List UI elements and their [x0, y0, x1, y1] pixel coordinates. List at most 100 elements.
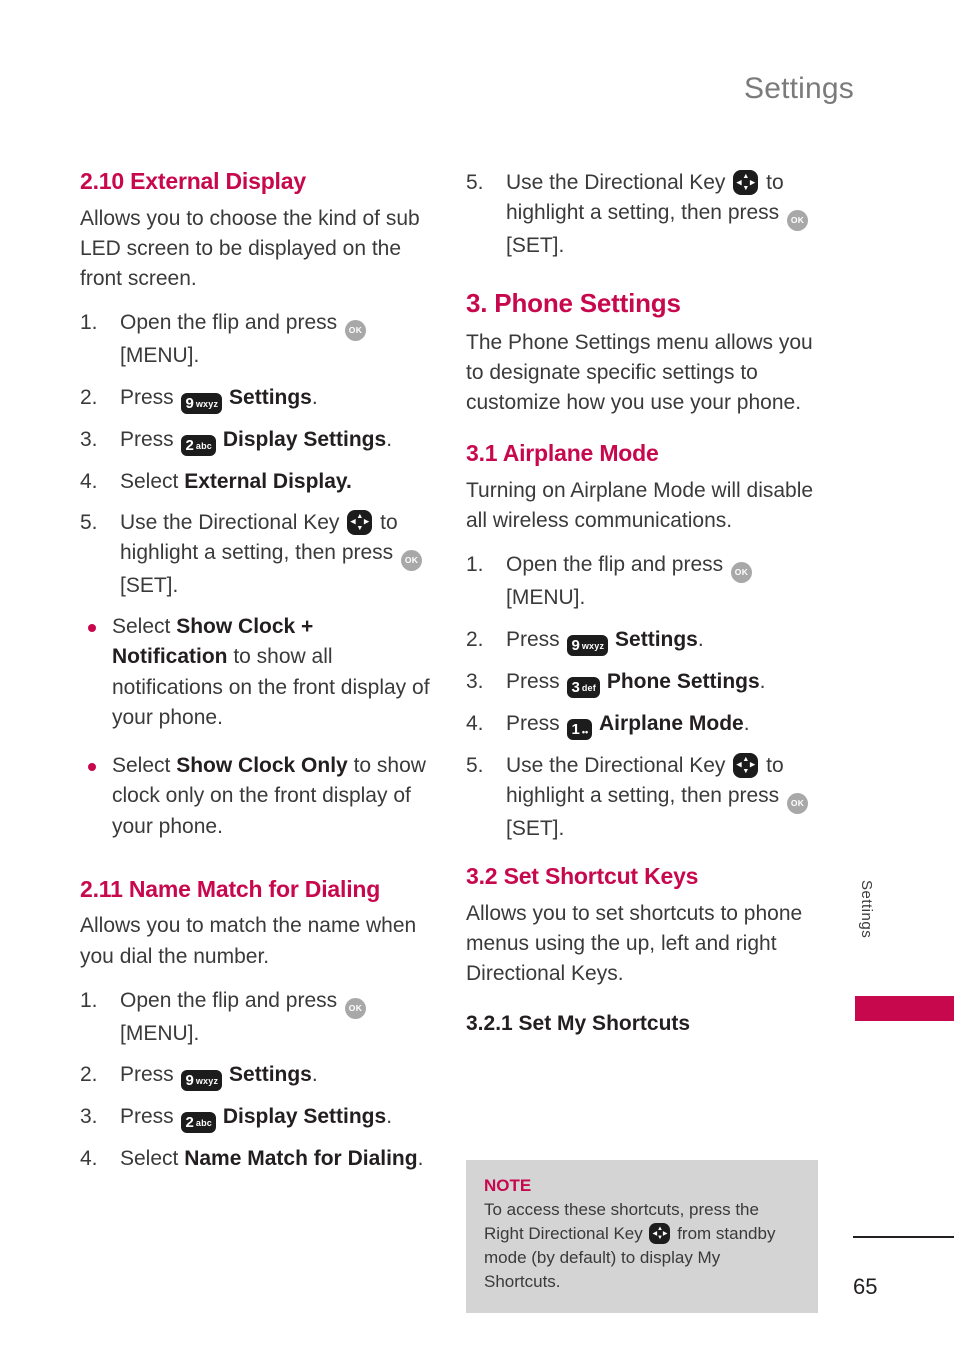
step-text-tail: .: [311, 385, 318, 409]
left-column: 2.10 External Display Allows you to choo…: [80, 168, 430, 1185]
step-text-tail: [MENU].: [120, 1021, 200, 1045]
step-text: Use the Directional Key: [506, 171, 732, 194]
step-text-tail: [SET].: [506, 234, 565, 258]
page-number: 65: [853, 1274, 878, 1299]
side-tab-color-block: [855, 996, 954, 1021]
step-text-tail: .: [417, 1147, 424, 1171]
bullet-text: Select: [112, 754, 177, 778]
step-number: 1.: [80, 988, 98, 1012]
step-text: Press: [120, 427, 180, 451]
list-item: 3. Press 3 def Phone Settings.: [466, 667, 816, 698]
step-text-tail: .: [759, 669, 766, 693]
step-text-tail: [MENU].: [506, 586, 586, 610]
step-bold-text: Settings: [615, 627, 698, 651]
step-text: Open the flip and press: [120, 311, 343, 335]
step-text-tail: .: [311, 1063, 318, 1087]
list-item: 2. Press 9 wxyz Settings.: [80, 383, 430, 414]
list-item: Select Show Clock + Notification to show…: [80, 612, 430, 733]
step-number: 1.: [466, 553, 484, 577]
ok-key-icon: OK: [344, 997, 366, 1019]
step-text: Select: [120, 469, 185, 493]
section-2-10-bullets: Select Show Clock + Notification to show…: [80, 612, 430, 842]
section-3-2-intro: Allows you to set shortcuts to phone men…: [466, 901, 803, 986]
list-item: 3. Press 2 abc Display Settings.: [80, 1102, 430, 1134]
list-item: Select Show Clock Only to show clock onl…: [80, 751, 430, 842]
note-title: NOTE: [484, 1176, 532, 1195]
step-text: Use the Directional Key: [506, 753, 732, 777]
step-number: 2.: [466, 627, 484, 651]
section-2-10-intro: Allows you to choose the kind of sub LED…: [80, 206, 420, 291]
step-bold-text: External Display.: [184, 469, 352, 493]
step-number: 2.: [80, 1063, 98, 1087]
directional-key-icon: ▲ ▼ ◀ ▶: [733, 752, 759, 778]
step-number: 3.: [466, 669, 484, 693]
step-number: 4.: [80, 469, 98, 493]
note-box: NOTE To access these shortcuts, press th…: [466, 1160, 818, 1313]
ok-key-icon: OK: [344, 320, 366, 342]
step-text-tail: .: [697, 627, 704, 651]
section-heading-3-2-1: 3.2.1 Set My Shortcuts: [466, 1012, 691, 1036]
key-9-wxyz-icon: 9 wxyz: [180, 1070, 223, 1092]
step-number: 4.: [466, 711, 484, 735]
step-bold-text: Settings: [229, 1063, 312, 1087]
directional-key-icon: ▲ ▼ ◀ ▶: [733, 170, 759, 195]
step-number: 5.: [80, 510, 98, 534]
page-title: Settings: [744, 72, 854, 105]
list-item: 5. Use the Directional Key ▲ ▼ ◀ ▶ to highli…: [466, 168, 816, 261]
step-text: Press: [120, 1063, 180, 1087]
step-number: 3.: [80, 1105, 98, 1129]
bullet-bold-text: Show Clock Only: [176, 754, 348, 778]
section-heading-3-1: 3.1 Airplane Mode: [466, 440, 659, 467]
section-heading-2-11: 2.11 Name Match for Dialing: [80, 875, 381, 902]
step-text-tail: .: [743, 711, 750, 735]
step-text: Select: [120, 1147, 185, 1171]
bullet-text: Select: [112, 615, 177, 639]
directional-key-icon: ▲ ▼ ◀ ▶: [649, 1223, 671, 1245]
step-bold-text: Display Settings: [222, 427, 387, 451]
key-9-wxyz-icon: 9 wxyz: [180, 392, 223, 414]
list-item: 2. Press 9 wxyz Settings.: [466, 625, 816, 656]
step-bold-text: Settings: [229, 385, 312, 409]
list-item: 4. Select External Display.: [80, 467, 430, 497]
step-number: 5.: [466, 753, 484, 777]
note-body: To access these shortcuts, press the Rig…: [484, 1198, 800, 1295]
step-text-tail: .: [386, 1105, 393, 1129]
key-1-icon: 1 ••: [566, 718, 593, 740]
step-text: Press: [120, 385, 180, 409]
step-text: Press: [506, 627, 566, 651]
ok-key-icon: OK: [401, 550, 423, 571]
section-2-11-steps: 1. Open the flip and press OK [MENU]. 2. P…: [80, 986, 430, 1174]
list-item: 1. Open the flip and press OK [MENU].: [80, 986, 430, 1049]
list-item: 4. Press 1 •• Airplane Mode.: [466, 709, 816, 740]
list-item: 1. Open the flip and press OK [MENU].: [466, 550, 816, 613]
list-item: 2. Press 9 wxyz Settings.: [80, 1060, 430, 1092]
step-bold-text: Display Settings: [222, 1105, 387, 1129]
list-item: 4. Select Name Match for Dialing.: [80, 1144, 430, 1174]
ok-key-icon: OK: [787, 210, 809, 232]
ok-key-icon: OK: [730, 562, 752, 584]
section-3-1-steps: 1. Open the flip and press OK [MENU]. 2. P…: [466, 550, 816, 844]
list-item: 5. Use the Directional Key ▲ ▼ ◀ ▶ to highli…: [466, 751, 816, 844]
step-number: 1.: [80, 311, 98, 335]
step-text: Press: [506, 669, 566, 693]
step-number: 4.: [80, 1147, 98, 1171]
continued-step-list: 5. Use the Directional Key ▲ ▼ ◀ ▶ to highli…: [466, 168, 816, 261]
key-3-def-icon: 3 def: [566, 676, 600, 698]
step-text: Open the flip and press: [120, 988, 343, 1012]
section-heading-3: 3. Phone Settings: [466, 288, 681, 319]
step-text: Open the flip and press: [506, 553, 729, 577]
step-bold-text: Phone Settings: [606, 669, 760, 693]
step-text-tail: [SET].: [120, 574, 179, 597]
key-2-abc-icon: 2 abc: [180, 1112, 216, 1134]
step-text-tail: [MENU].: [120, 344, 200, 368]
step-text: Use the Directional Key: [120, 510, 346, 534]
ok-key-icon: OK: [787, 792, 809, 814]
step-text: Press: [506, 711, 566, 735]
section-2-10-steps: 1. Open the flip and press OK [MENU]. 2. P…: [80, 308, 430, 601]
step-bold-text: Name Match for Dialing: [184, 1147, 418, 1171]
directional-key-icon: ▲ ▼ ◀ ▶: [347, 509, 373, 535]
list-item: 1. Open the flip and press OK [MENU].: [80, 308, 430, 371]
right-column: 5. Use the Directional Key ▲ ▼ ◀ ▶ to highli…: [466, 168, 816, 1047]
key-2-abc-icon: 2 abc: [180, 434, 216, 456]
section-heading-3-2: 3.2 Set Shortcut Keys: [466, 863, 699, 890]
